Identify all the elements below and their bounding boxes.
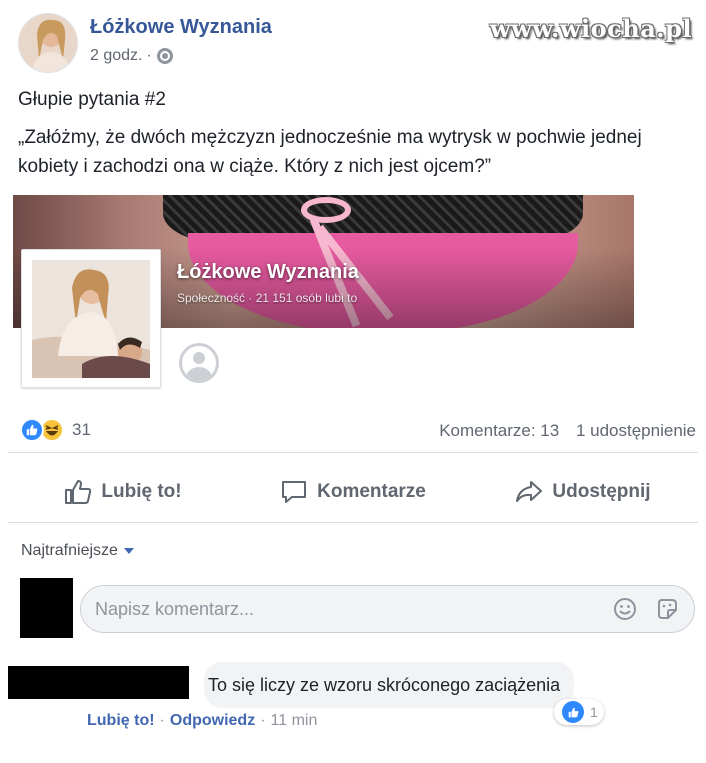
comment-input-box[interactable] [80,585,695,633]
divider [8,522,698,523]
post-meta: 2 godz. · [90,47,272,65]
reaction-count: 31 [72,420,91,439]
post-time[interactable]: 2 godz. [90,47,142,65]
shared-page-card[interactable]: Łóżkowe Wyznania Społeczność · 21 151 os… [13,195,634,392]
shared-page-profile-picture[interactable] [21,249,161,388]
redacted-user-avatar [20,578,73,638]
like-icon [20,418,44,442]
comment-reaction-count: 1 [590,704,598,720]
watermark: www.wiocha.pl [489,14,692,43]
comment-time[interactable]: 11 min [271,712,318,730]
comment-input[interactable] [95,598,596,620]
profile-photo [32,260,150,378]
comment-text: To się liczy ze wzoru skróconego zaciąże… [208,674,561,695]
page-avatar[interactable] [18,13,78,73]
caret-down-icon [123,548,134,554]
header-text: Łóżkowe Wyznania 2 godz. · [90,13,272,73]
post-header: Łóżkowe Wyznania 2 godz. · [18,13,272,73]
like-button-label: Lubię to! [101,481,182,502]
reaction-summary[interactable]: 31 [20,418,91,442]
like-icon [562,701,584,723]
post-action-bar: Lubię to! Komentarze Udostępnij [8,464,698,520]
comment-button-label: Komentarze [317,481,426,502]
divider [8,452,698,453]
comment-actions: Lubię to! · Odpowiedz · 11 min [87,712,317,730]
comment-reaction-badge[interactable]: 1 [554,699,604,725]
comment-button[interactable]: Komentarze [238,464,468,520]
like-button[interactable]: Lubię to! [8,464,238,520]
comment-sort-label: Najtrafniejsze [21,542,118,559]
speech-bubble-icon [282,481,307,503]
comment-like-link[interactable]: Lubię to! [87,712,155,730]
comment-action-separator: · [260,712,266,729]
comment-bubble: To się liczy ze wzoru skróconego zaciąże… [204,662,575,708]
post-body: „Załóżmy, że dwóch mężczyzn jednocześnie… [18,127,642,177]
share-button-label: Udostępnij [552,481,651,502]
comment-reply-link[interactable]: Odpowiedz [170,712,255,730]
meta-separator: · [146,47,152,64]
emoji-icon[interactable] [612,596,638,622]
post-title: Głupie pytania #2 [18,89,166,110]
share-button[interactable]: Udostępnij [468,464,698,520]
redacted-commenter [8,666,189,699]
comment-action-separator: · [159,712,165,729]
share-count-link[interactable]: 1 udostępnienie [576,421,696,440]
page-name-link[interactable]: Łóżkowe Wyznania [90,16,272,39]
comment-count-link[interactable]: Komentarze: 13 [439,421,559,440]
thumbs-up-icon [65,480,92,504]
shared-page-title[interactable]: Łóżkowe Wyznania [177,261,359,284]
comment-sort-dropdown[interactable]: Najtrafniejsze [21,542,134,560]
globe-icon[interactable] [156,48,173,64]
post-counts: Komentarze: 13 1 udostępnienie [439,421,696,441]
shared-page-subtitle: Społeczność · 21 151 osób lubi to [177,291,358,305]
sticker-icon[interactable] [654,596,680,622]
user-avatar-placeholder-icon [179,343,219,383]
share-arrow-icon [516,481,543,502]
